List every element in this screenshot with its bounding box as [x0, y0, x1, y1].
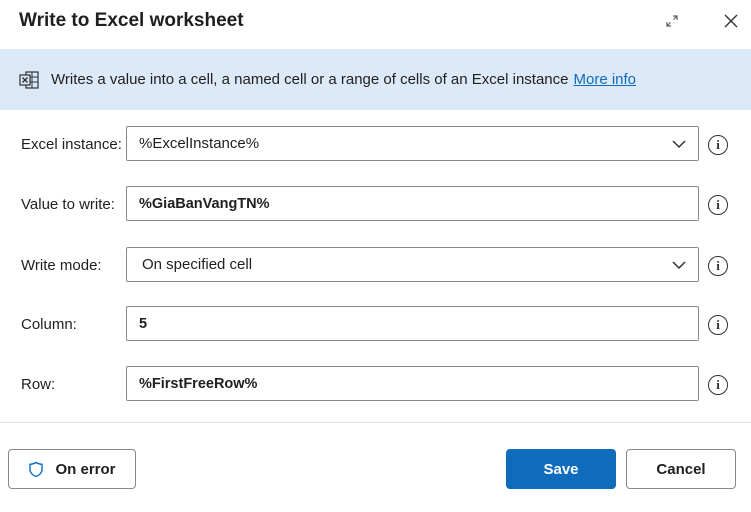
- save-button[interactable]: Save: [506, 449, 616, 489]
- write-to-excel-dialog: Write to Excel worksheet Writes a value …: [0, 0, 751, 512]
- footer-divider: [0, 422, 751, 423]
- info-icon[interactable]: i: [708, 315, 728, 335]
- chevron-down-icon: [672, 261, 686, 270]
- value-to-write-input[interactable]: %GiaBanVangTN%: [126, 186, 699, 221]
- column-label: Column:: [21, 316, 77, 333]
- write-mode-dropdown[interactable]: On specified cell: [126, 247, 699, 282]
- shield-icon: [29, 461, 44, 477]
- cancel-button[interactable]: Cancel: [626, 449, 736, 489]
- info-icon[interactable]: i: [708, 135, 728, 155]
- row-label: Row:: [21, 376, 56, 393]
- dialog-title: Write to Excel worksheet: [19, 10, 244, 31]
- banner-description: Writes a value into a cell, a named cell…: [51, 71, 569, 88]
- expand-button[interactable]: [659, 8, 685, 34]
- close-icon: [724, 14, 738, 28]
- excel-icon: [19, 71, 39, 89]
- value-to-write-label: Value to write:: [21, 196, 115, 213]
- info-icon[interactable]: i: [708, 256, 728, 276]
- excel-instance-dropdown[interactable]: %ExcelInstance%: [126, 126, 699, 161]
- row-input[interactable]: %FirstFreeRow%: [126, 366, 699, 401]
- info-banner: Writes a value into a cell, a named cell…: [0, 49, 751, 110]
- expand-icon: [666, 15, 678, 27]
- write-mode-value: On specified cell: [142, 256, 253, 273]
- excel-instance-label: Excel instance:: [21, 136, 122, 153]
- on-error-label: On error: [55, 460, 116, 478]
- more-info-link[interactable]: More info: [574, 71, 637, 88]
- close-button[interactable]: [718, 8, 744, 34]
- write-mode-label: Write mode:: [21, 257, 102, 274]
- info-icon[interactable]: i: [708, 195, 728, 215]
- banner-text: Writes a value into a cell, a named cell…: [51, 70, 636, 89]
- info-icon[interactable]: i: [708, 375, 728, 395]
- excel-instance-value: %ExcelInstance%: [139, 135, 260, 152]
- row-value: %FirstFreeRow%: [139, 375, 258, 392]
- chevron-down-icon: [672, 140, 686, 149]
- column-value: 5: [139, 315, 148, 332]
- value-to-write-value: %GiaBanVangTN%: [139, 195, 270, 212]
- column-input[interactable]: 5: [126, 306, 699, 341]
- on-error-button[interactable]: On error: [8, 449, 136, 489]
